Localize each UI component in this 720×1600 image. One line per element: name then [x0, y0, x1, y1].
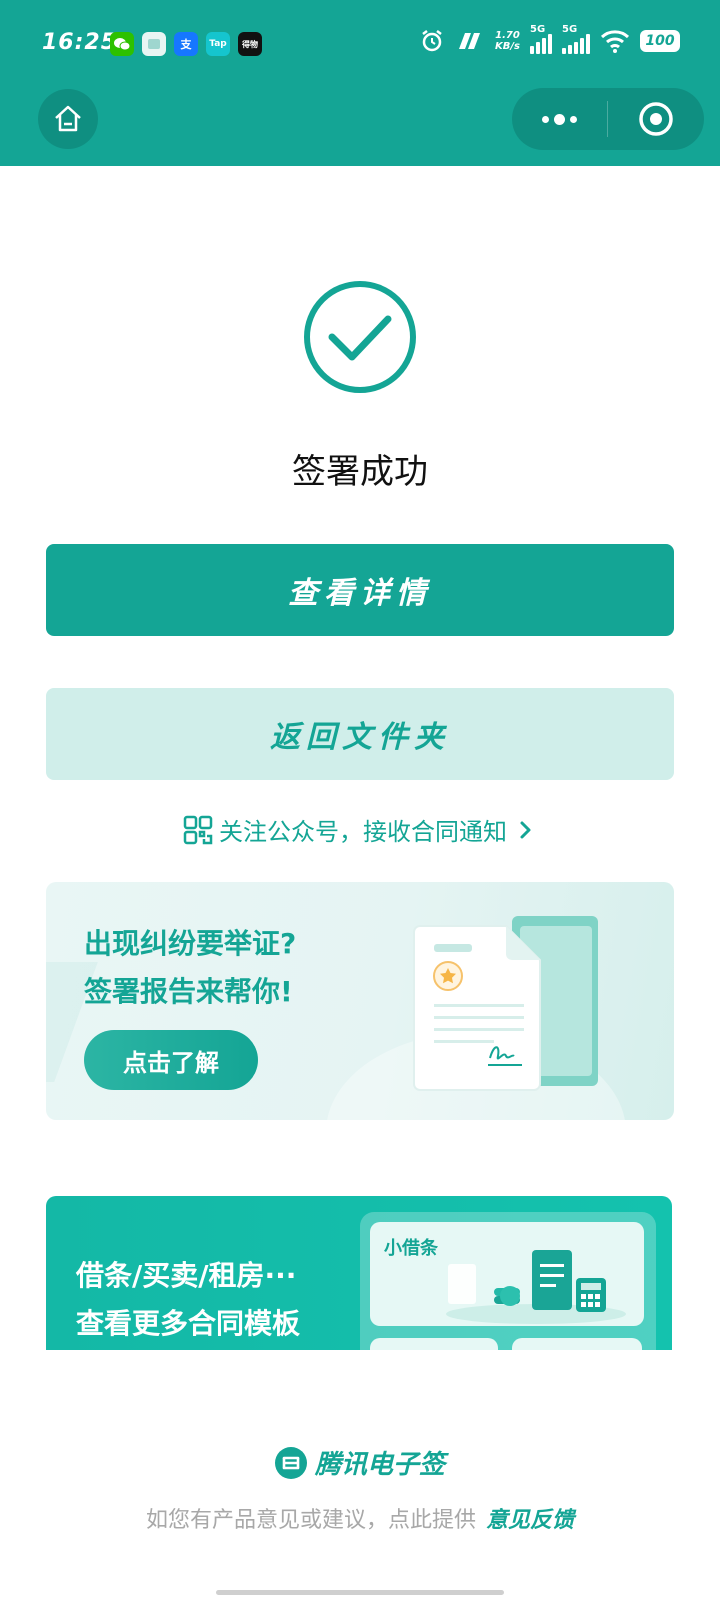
success-title: 签署成功 [292, 452, 428, 492]
taptap-icon: Tap [206, 32, 230, 56]
target-close-icon [639, 102, 673, 136]
message-icon [142, 32, 166, 56]
promo-headline: 出现纠纷要举证? [84, 927, 297, 960]
wechat-icon [110, 32, 134, 56]
back-to-folder-button[interactable]: 返回文件夹 [46, 688, 674, 780]
view-details-button[interactable]: 查看详情 [46, 544, 674, 636]
notification-icons: 支 Tap 得物 [110, 32, 262, 56]
templates-subheadline: 查看更多合同模板 [76, 1307, 301, 1340]
signal-icon: 5G [530, 24, 552, 54]
more-dot-icon [554, 113, 565, 125]
contract-templates-card[interactable]: 借条/买卖/租房··· 查看更多合同模板 小借条 [46, 1196, 672, 1350]
status-indicators: 1.70 KB/s 5G 5G 100 [419, 24, 680, 54]
alipay-icon: 支 [174, 32, 198, 56]
network-speed: 1.70 KB/s [495, 30, 520, 52]
miniprogram-capsule [512, 88, 704, 150]
status-time: 16:25 [42, 30, 118, 55]
wifi-icon [600, 30, 630, 53]
signal-icon: 5G [562, 24, 590, 54]
battery-indicator: 100 [640, 30, 680, 52]
nfc-icon [459, 33, 481, 49]
template-item[interactable] [370, 1338, 498, 1350]
signing-report-promo-card[interactable]: 出现纠纷要举证? 签署报告来帮你! 点击了解 [46, 882, 674, 1120]
follow-official-account-link[interactable]: 关注公众号，接收合同通知 [0, 812, 720, 847]
success-check-icon [304, 281, 416, 393]
follow-label: 关注公众号，接收合同通知 [219, 818, 507, 846]
brand-name: 腾讯电子签 [314, 1450, 445, 1480]
template-item[interactable] [512, 1338, 642, 1350]
home-indicator[interactable] [216, 1590, 504, 1595]
close-miniprogram-button[interactable] [608, 88, 704, 150]
templates-headline: 借条/买卖/租房··· [76, 1259, 297, 1292]
home-button[interactable] [38, 89, 98, 149]
tencent-esign-logo-icon [274, 1446, 307, 1479]
feedback-text: 如您有产品意见或建议，点此提供 [145, 1508, 476, 1533]
alarm-icon [422, 30, 442, 52]
feedback-link[interactable]: 意见反馈 [486, 1507, 574, 1533]
chevron-right-icon [520, 821, 531, 838]
template-item-label: 小借条 [384, 1238, 438, 1259]
top-bar: 16:25 支 Tap 得物 1.70 KB/s 5G 5G 100 [0, 0, 720, 166]
signed-document-illustration [413, 916, 598, 1091]
home-icon [55, 105, 81, 132]
feedback-line: 如您有产品意见或建议，点此提供 意见反馈 [0, 1502, 720, 1534]
qr-code-icon [183, 815, 213, 844]
more-dot-icon [542, 115, 549, 123]
more-dot-icon [570, 115, 577, 123]
learn-more-button[interactable]: 点击了解 [84, 1030, 258, 1090]
dewu-icon: 得物 [238, 32, 262, 56]
template-item-iou[interactable]: 小借条 [370, 1222, 644, 1326]
loan-illustration-icon [446, 1250, 626, 1324]
status-bar: 16:25 支 Tap 得物 1.70 KB/s 5G 5G 100 [0, 0, 720, 90]
brand-footer: 腾讯电子签 [0, 1444, 720, 1481]
promo-subheadline: 签署报告来帮你! [84, 975, 293, 1008]
more-button[interactable] [512, 88, 607, 150]
